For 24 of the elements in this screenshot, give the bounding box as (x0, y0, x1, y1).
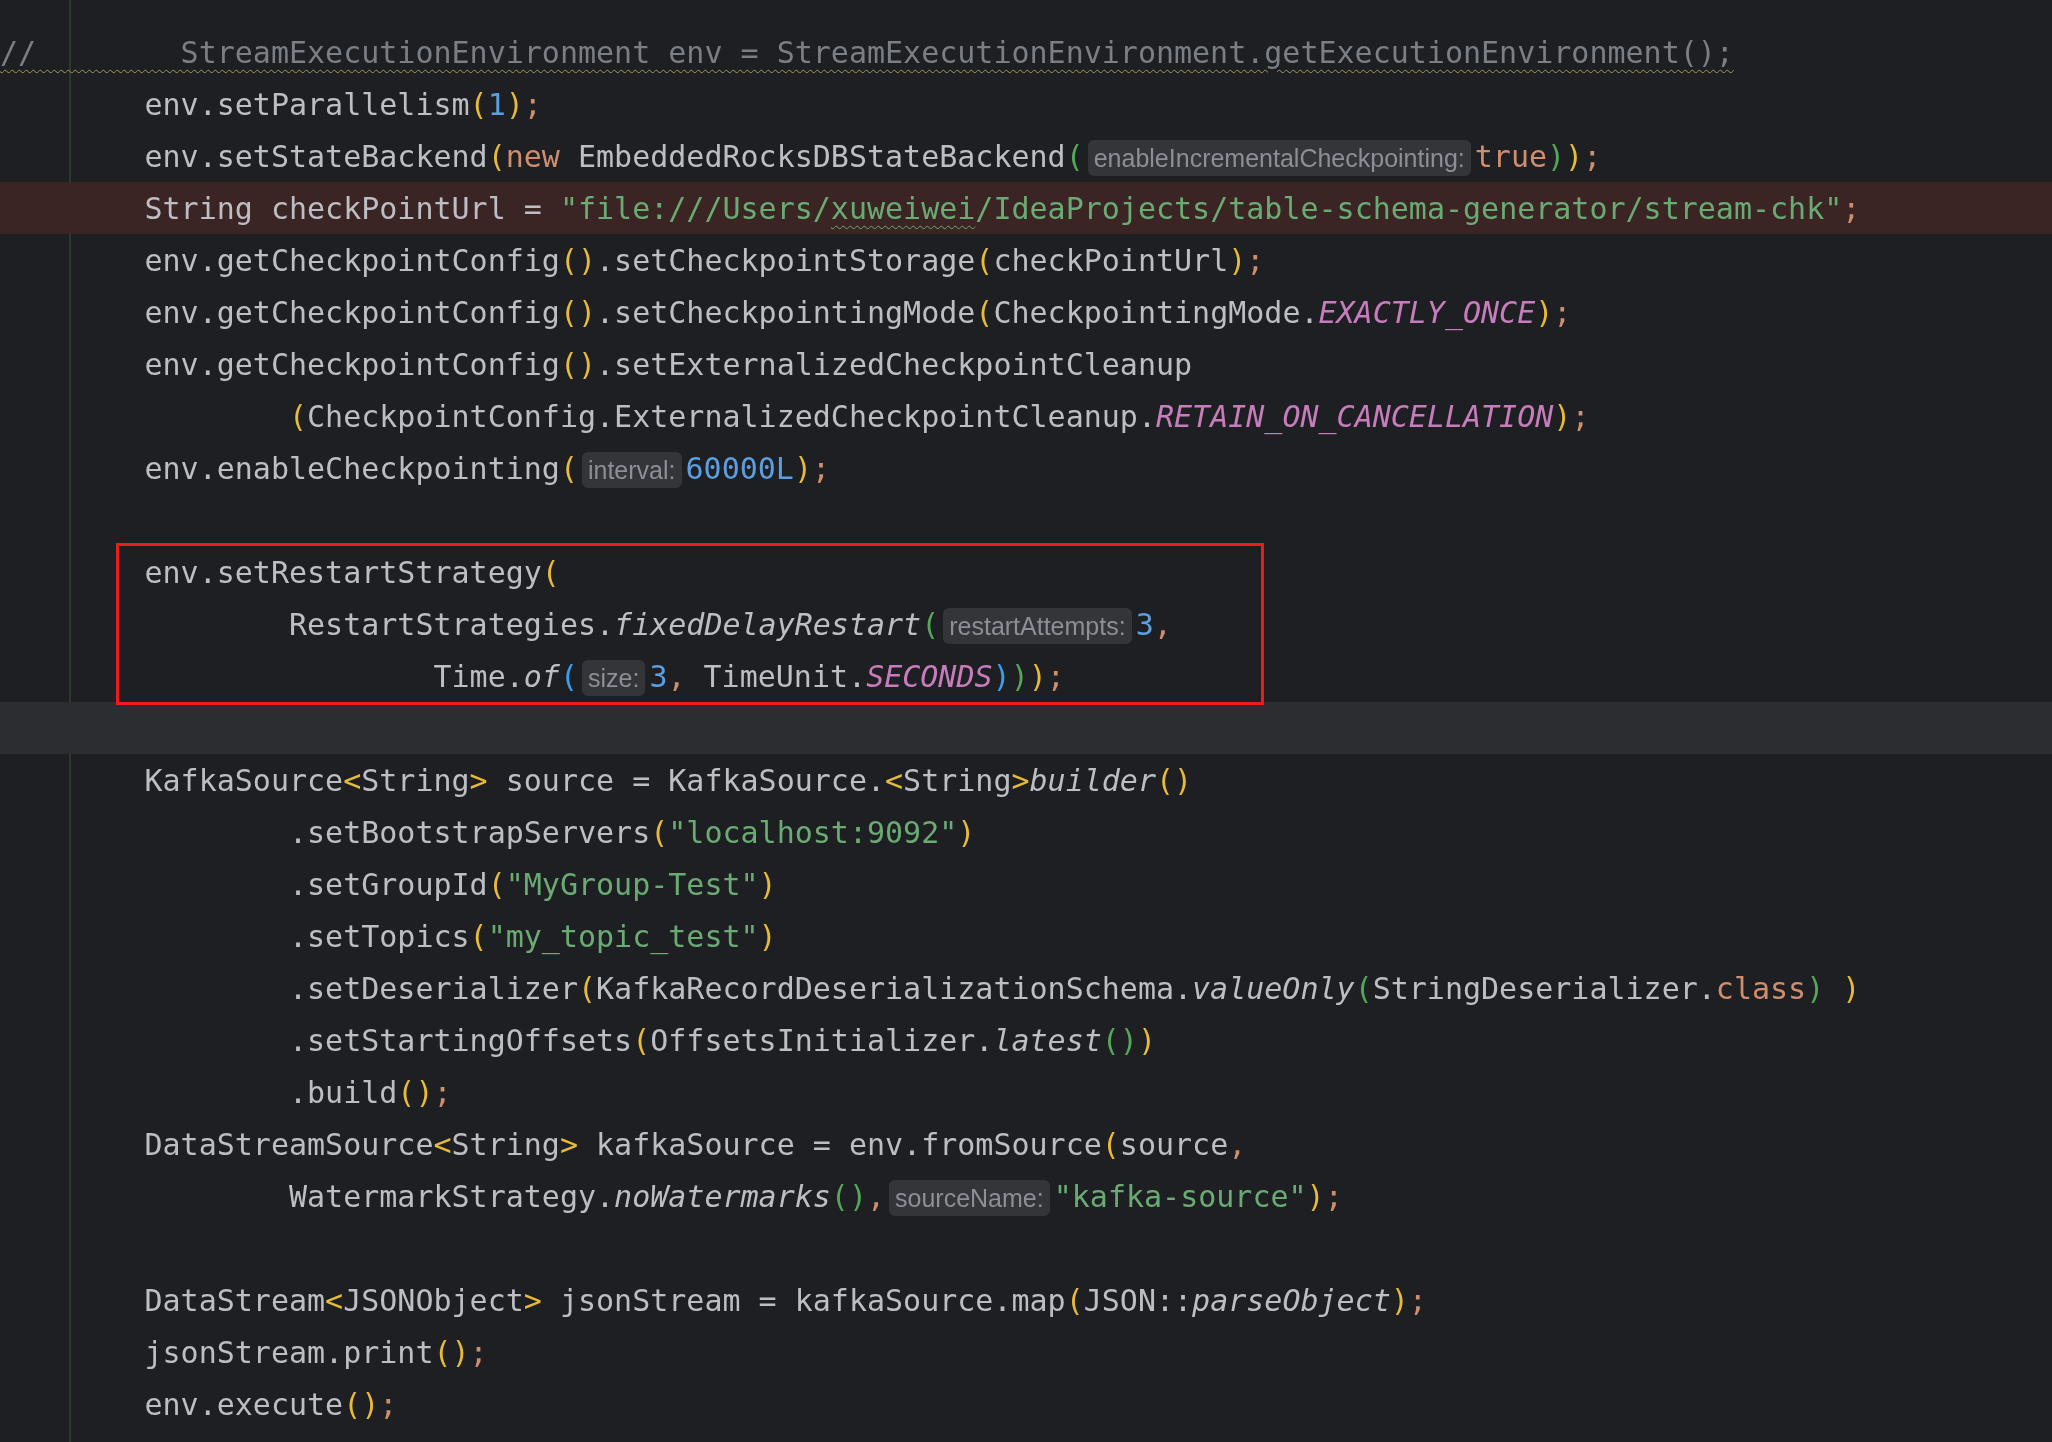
code-line: WatermarkStrategy.noWatermarks(), sourceName: "kafka-source"); (289, 1178, 1343, 1214)
code-line: (CheckpointConfig.ExternalizedCheckpointCleanup.RETAIN_ON_CANCELLATION); (289, 398, 1590, 434)
code-line: env.getCheckpointConfig().setCheckpointStorage(checkPointUrl); (144, 242, 1265, 278)
code-line: .setBootstrapServers("localhost:9092") (289, 814, 976, 850)
code-line: .build(); (289, 1074, 452, 1110)
code-line: RestartStrategies.fixedDelayRestart( restartAttempts: 3, (289, 606, 1172, 642)
code-line: env.enableCheckpointing( interval: 60000L); (144, 450, 830, 486)
code-line: .setTopics("my_topic_test") (289, 918, 777, 954)
code-line: jsonStream.print(); (144, 1334, 488, 1370)
code-line: env.getCheckpointConfig().setCheckpointingMode(CheckpointingMode.EXACTLY_ONCE); (144, 294, 1572, 330)
code-line: KafkaSource<String> source = KafkaSource.<String>builder() (144, 762, 1193, 798)
code-line: DataStream<JSONObject> jsonStream = kafkaSource.map(JSON::parseObject); (144, 1282, 1427, 1318)
code-line: // StreamExecutionEnvironment env = StreamExecutionEnvironment.getExecutionEnvironment(); (0, 34, 1734, 70)
code-line: env.setRestartStrategy( (144, 554, 560, 590)
code-line: env.getCheckpointConfig().setExternalizedCheckpointCleanup (144, 346, 1193, 382)
code-line: env.setParallelism(1); (144, 86, 542, 122)
code-line: .setGroupId("MyGroup-Test") (289, 866, 777, 902)
code-line: .setStartingOffsets(OffsetsInitializer.latest()) (289, 1022, 1156, 1058)
code-line: Time.of( size: 3, TimeUnit.SECONDS))); (433, 658, 1065, 694)
code-line: DataStreamSource<String> kafkaSource = env.fromSource(source, (144, 1126, 1247, 1162)
code-line: .setDeserializer(KafkaRecordDeserializationSchema.valueOnly(StringDeserializer.class) ) (289, 970, 1861, 1006)
code-line: String checkPointUrl = "file:///Users/xuweiwei/IdeaProjects/table-schema-generator/stream-chk"; (144, 190, 1861, 226)
code-line: env.setStateBackend(new EmbeddedRocksDBStateBackend( enableIncrementalCheckpointing: true)); (144, 138, 1602, 174)
code-line: env.execute(); (144, 1386, 398, 1422)
